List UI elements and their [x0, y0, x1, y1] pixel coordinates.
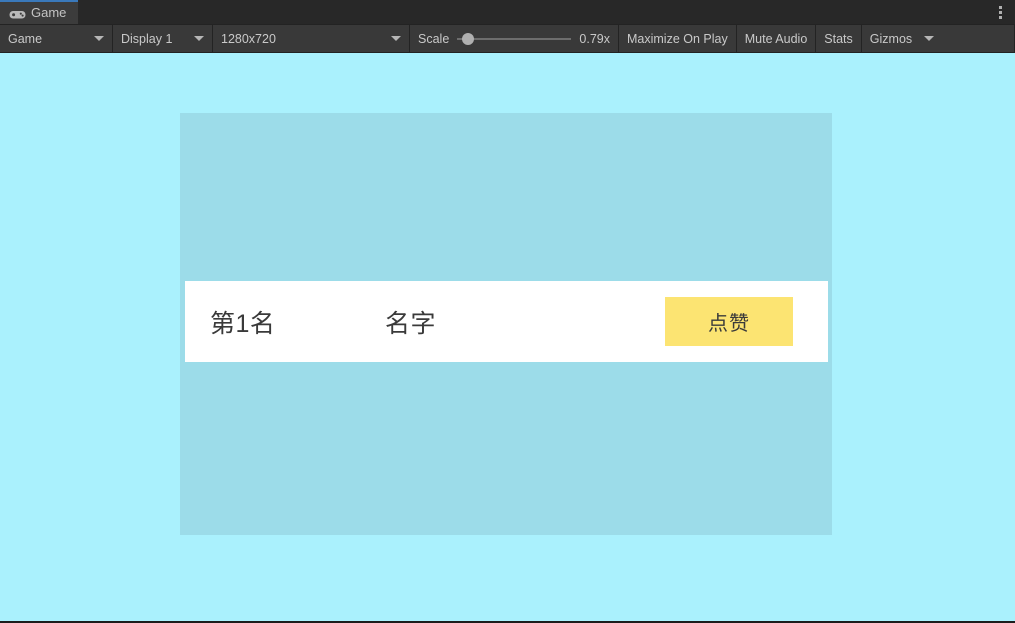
kebab-menu-icon[interactable] — [985, 0, 1015, 24]
resolution-selector-dropdown[interactable]: 1280x720 — [213, 25, 410, 52]
view-selector-dropdown[interactable]: Game — [0, 25, 113, 52]
tab-strip-filler — [78, 0, 985, 24]
rank-label: 第1名 — [210, 309, 276, 338]
scale-slider-handle[interactable] — [461, 32, 474, 45]
chevron-down-icon — [94, 36, 104, 41]
stats-button[interactable]: Stats — [816, 25, 862, 52]
resolution-selector-label: 1280x720 — [221, 31, 276, 46]
game-view-toolbar: Game Display 1 1280x720 Scale 0.79x Maxi… — [0, 24, 1015, 53]
chevron-down-icon — [194, 36, 204, 41]
maximize-on-play-button[interactable]: Maximize On Play — [619, 25, 737, 52]
mute-audio-button[interactable]: Mute Audio — [737, 25, 817, 52]
scale-slider-track — [457, 37, 572, 40]
tab-strip: Game — [0, 0, 1015, 24]
display-selector-dropdown[interactable]: Display 1 — [113, 25, 213, 52]
gamepad-icon — [9, 7, 26, 18]
scale-label: Scale — [418, 31, 450, 46]
like-button[interactable]: 点赞 — [665, 297, 793, 346]
game-render-area[interactable]: 第1名 名字 点赞 — [0, 53, 1015, 623]
tab-game[interactable]: Game — [0, 0, 79, 24]
unity-game-window: Game Game Display 1 1280x720 Scale 0.79x — [0, 0, 1015, 623]
scale-slider[interactable] — [457, 32, 572, 46]
scale-value: 0.79x — [579, 31, 610, 46]
gizmos-button[interactable]: Gizmos — [862, 25, 918, 52]
chevron-down-icon — [391, 36, 401, 41]
gizmos-dropdown[interactable] — [918, 25, 943, 52]
scale-control[interactable]: Scale 0.79x — [410, 25, 619, 52]
tab-game-label: Game — [31, 4, 67, 20]
leaderboard-panel: 第1名 名字 点赞 — [180, 113, 832, 535]
view-selector-label: Game — [8, 31, 43, 46]
toolbar-spacer — [943, 25, 1015, 52]
name-label: 名字 — [385, 309, 437, 338]
leaderboard-row[interactable]: 第1名 名字 点赞 — [185, 281, 828, 362]
chevron-down-icon — [924, 36, 935, 41]
display-selector-label: Display 1 — [121, 31, 173, 46]
